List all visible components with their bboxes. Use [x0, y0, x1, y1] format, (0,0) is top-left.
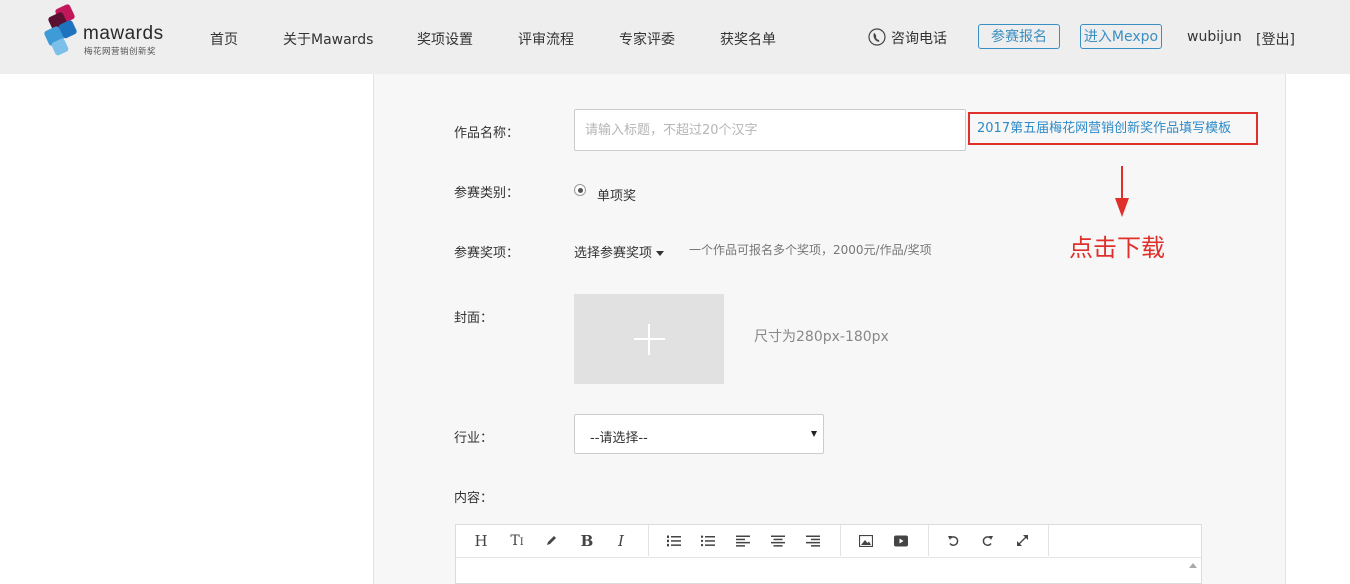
align-center-icon[interactable]: [761, 525, 795, 556]
redo-icon[interactable]: [970, 525, 1004, 556]
template-download-link[interactable]: 2017第五届梅花网营销创新奖作品填写模板: [968, 112, 1258, 145]
award-dropdown-label: 选择参赛奖项: [574, 246, 653, 261]
bold-icon[interactable]: B: [570, 525, 604, 556]
text-size-icon[interactable]: TI: [500, 525, 534, 556]
industry-select[interactable]: --请选择--: [574, 414, 824, 454]
phone-consult[interactable]: 咨询电话: [868, 28, 947, 48]
toolbar-divider: [1048, 525, 1049, 556]
fullscreen-icon[interactable]: [1005, 525, 1039, 556]
align-left-icon[interactable]: [726, 525, 760, 556]
cover-label: 封面：: [454, 311, 494, 326]
title-label: 作品名称：: [454, 126, 520, 141]
phone-icon: [868, 28, 886, 46]
cover-upload[interactable]: [574, 294, 724, 384]
nav-judges[interactable]: 专家评委: [619, 29, 675, 49]
plus-icon-vertical: [648, 324, 650, 355]
phone-label: 咨询电话: [891, 31, 947, 47]
annotation-click-download: 点击下载: [1069, 234, 1165, 262]
nav-home[interactable]: 首页: [210, 29, 238, 49]
ordered-list-icon[interactable]: [657, 525, 691, 556]
image-icon[interactable]: [849, 525, 883, 556]
italic-icon[interactable]: I: [604, 525, 638, 556]
category-label: 参赛类别：: [454, 186, 520, 201]
toolbar-divider: [928, 525, 929, 556]
logout-link[interactable]: [登出]: [1256, 29, 1295, 49]
industry-value: --请选择--: [590, 431, 648, 446]
award-hint: 一个作品可报名多个奖项，2000元/作品/奖项: [689, 243, 932, 257]
toolbar-divider: [840, 525, 841, 556]
nav-review-process[interactable]: 评审流程: [518, 29, 574, 49]
nav-about[interactable]: 关于Mawards: [283, 29, 373, 49]
select-caret-icon: [811, 431, 817, 437]
caret-down-icon: [656, 251, 665, 256]
content-editor[interactable]: H TI B I: [455, 524, 1202, 584]
award-dropdown[interactable]: 选择参赛奖项: [574, 242, 665, 261]
industry-label: 行业：: [454, 431, 494, 446]
username: wubijun: [1187, 29, 1242, 45]
align-right-icon[interactable]: [796, 525, 830, 556]
award-label: 参赛奖项：: [454, 246, 520, 261]
undo-icon[interactable]: [936, 525, 970, 556]
nav-awards[interactable]: 奖项设置: [417, 29, 473, 49]
nav-winners[interactable]: 获奖名单: [720, 29, 776, 49]
video-icon[interactable]: [884, 525, 918, 556]
arrow-down-icon: [1115, 166, 1129, 217]
category-radio[interactable]: [574, 184, 586, 196]
title-input[interactable]: [574, 109, 966, 151]
top-header: mawards 梅花网营销创新奖 首页 关于Mawards 奖项设置 评审流程 …: [0, 0, 1350, 74]
heading-icon[interactable]: H: [464, 525, 498, 556]
logo-text: mawards: [83, 23, 164, 44]
pen-icon[interactable]: [534, 525, 568, 556]
scroll-up-icon[interactable]: [1189, 563, 1197, 568]
content-label: 内容：: [454, 491, 494, 506]
logo-subtitle: 梅花网营销创新奖: [84, 47, 157, 57]
unordered-list-icon[interactable]: [691, 525, 725, 556]
toolbar-divider: [648, 525, 649, 556]
category-option-label[interactable]: 单项奖: [597, 185, 636, 204]
cover-size-hint: 尺寸为280px-180px: [754, 329, 889, 345]
editor-toolbar: H TI B I: [456, 525, 1201, 558]
register-button[interactable]: 参赛报名: [978, 24, 1060, 49]
mexpo-button[interactable]: 进入Mexpo: [1080, 24, 1162, 49]
